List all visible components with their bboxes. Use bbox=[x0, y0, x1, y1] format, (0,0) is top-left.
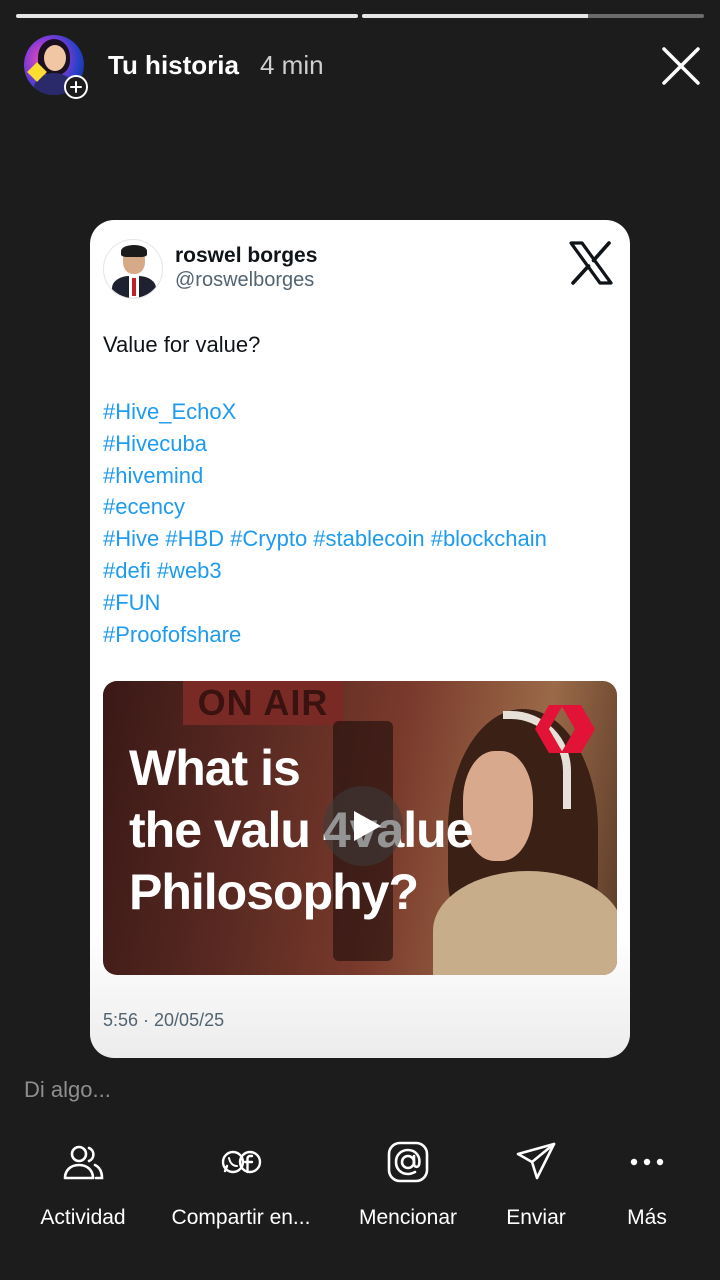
send-icon bbox=[516, 1142, 556, 1180]
whatsapp-facebook-icon bbox=[221, 1150, 262, 1174]
enviar-label: Enviar bbox=[506, 1206, 566, 1229]
tweet-timestamp: 5:56 · 20/05/25 bbox=[103, 1010, 225, 1030]
hashtag-line[interactable]: #FUN bbox=[103, 587, 623, 619]
hashtag-line[interactable]: #defi #web3 bbox=[103, 555, 623, 587]
actividad-button[interactable]: Actividad bbox=[34, 1140, 132, 1230]
tweet-video[interactable]: ON AIR What is the valu 4value Philosoph… bbox=[103, 681, 617, 975]
story-progress-fill bbox=[16, 14, 358, 18]
hashtag-line[interactable]: #ecency bbox=[103, 491, 623, 523]
story-title: Tu historia bbox=[108, 50, 239, 80]
on-air-sign: ON AIR bbox=[183, 681, 343, 725]
add-story-icon[interactable] bbox=[64, 75, 88, 99]
play-button[interactable] bbox=[323, 786, 403, 866]
at-icon bbox=[387, 1141, 429, 1183]
story-progress-fill bbox=[362, 14, 588, 18]
close-icon[interactable] bbox=[660, 45, 702, 87]
story-progress-1 bbox=[16, 14, 358, 18]
people-icon bbox=[63, 1145, 104, 1180]
hashtag-line[interactable]: #Proofofshare bbox=[103, 619, 623, 651]
hashtag-line[interactable]: #hivemind bbox=[103, 460, 623, 492]
tweet-author-name: roswel borges bbox=[175, 244, 318, 267]
compartir-label: Compartir en... bbox=[171, 1206, 311, 1229]
tweet-avatar bbox=[103, 239, 163, 299]
mas-label: Más bbox=[627, 1206, 667, 1229]
story-actions-bar: Actividad Compartir en... Mencionar Envi… bbox=[0, 1140, 720, 1280]
hashtag-line[interactable]: #Hivecuba bbox=[103, 428, 623, 460]
enviar-button[interactable]: Enviar bbox=[500, 1140, 572, 1230]
compartir-button[interactable]: Compartir en... bbox=[162, 1140, 320, 1230]
more-icon bbox=[630, 1158, 664, 1166]
story-progress-2 bbox=[362, 14, 704, 18]
mencionar-label: Mencionar bbox=[358, 1206, 458, 1229]
mas-button[interactable]: Más bbox=[618, 1140, 676, 1230]
reply-input[interactable]: Di algo... bbox=[24, 1077, 111, 1103]
headline-line: Philosophy? bbox=[129, 864, 419, 920]
tweet-text: Value for value? bbox=[103, 332, 261, 357]
tweet-author-handle: @roswelborges bbox=[175, 269, 315, 291]
x-logo-icon bbox=[568, 240, 614, 286]
play-icon bbox=[354, 811, 381, 841]
hashtag-line[interactable]: #Hive #HBD #Crypto #stablecoin #blockcha… bbox=[103, 523, 623, 555]
hashtag-line[interactable]: #Hive_EchoX bbox=[103, 396, 623, 428]
actividad-label: Actividad bbox=[40, 1206, 126, 1229]
tweet-hashtags: #Hive_EchoX #Hivecuba #hivemind #ecency … bbox=[103, 396, 623, 650]
mencionar-button[interactable]: Mencionar bbox=[352, 1140, 464, 1230]
tweet-card[interactable]: roswel borges @roswelborges Value for va… bbox=[90, 220, 630, 1058]
story-time: 4 min bbox=[260, 50, 324, 80]
